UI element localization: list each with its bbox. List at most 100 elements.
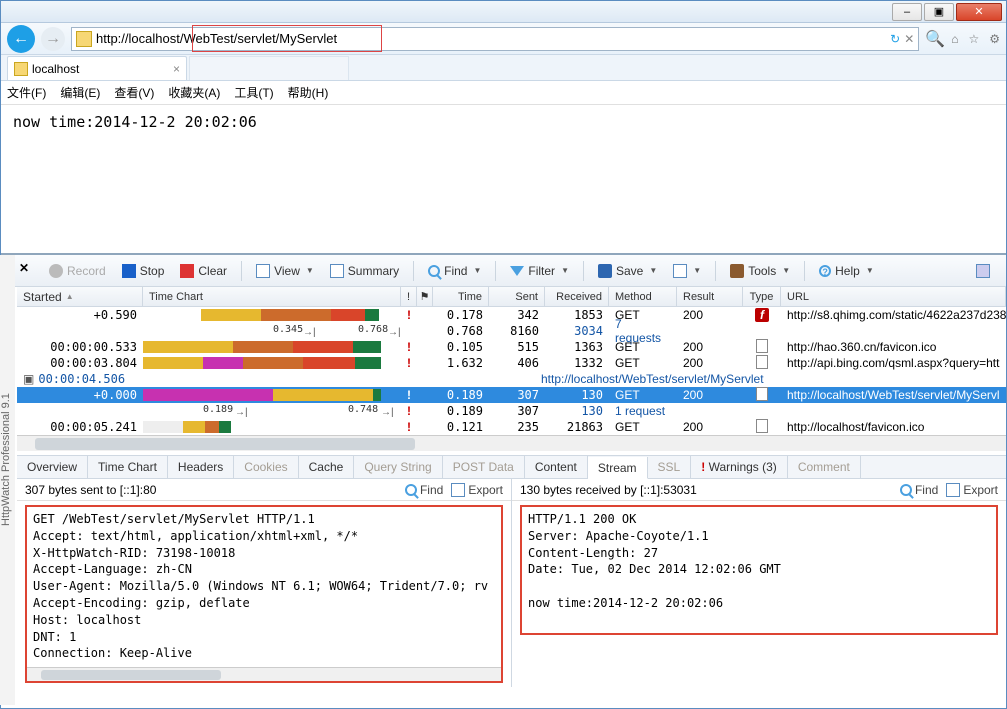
col-flag[interactable]: ⚑ [417, 287, 433, 306]
forward-button[interactable]: → [41, 27, 65, 51]
stop-label: Stop [140, 264, 165, 278]
detail-tab-cookies[interactable]: Cookies [234, 456, 298, 478]
col-warning[interactable]: ! [401, 287, 417, 306]
detail-tab-overview[interactable]: Overview [17, 456, 88, 478]
view-icon [256, 264, 270, 278]
menu-edit[interactable]: 编辑(E) [60, 84, 100, 101]
col-started[interactable]: Started▲ [17, 287, 143, 306]
tab-title: localhost [32, 62, 79, 76]
settings-icon[interactable]: ⚙ [989, 32, 1000, 46]
address-bar[interactable]: ↻ ✕ [71, 27, 919, 51]
home-icon[interactable]: ⌂ [951, 32, 958, 46]
tab-close-icon[interactable]: × [173, 62, 180, 76]
window-maximize-button[interactable]: ▣ [924, 3, 954, 21]
menu-file[interactable]: 文件(F) [7, 84, 46, 101]
panel-close-icon[interactable]: ✕ [19, 261, 29, 275]
detail-tab--warnings-3-[interactable]: ! Warnings (3) [691, 456, 788, 478]
detail-tab-content[interactable]: Content [525, 456, 588, 478]
document-icon [756, 355, 768, 369]
favorites-icon[interactable]: ☆ [968, 32, 979, 46]
filter-icon [510, 266, 524, 276]
help-label: Help [835, 264, 860, 278]
find-button-left[interactable]: Find [405, 483, 443, 497]
find-button-right[interactable]: Find [900, 483, 938, 497]
detail-tab-headers[interactable]: Headers [168, 456, 234, 478]
page-tab-localhost[interactable]: localhost × [7, 56, 187, 80]
menu-help[interactable]: 帮助(H) [288, 84, 329, 101]
record-icon [49, 264, 63, 278]
dropdown-icon: ▼ [306, 266, 314, 275]
detail-tab-cache[interactable]: Cache [299, 456, 355, 478]
table-row[interactable]: 0.189 0.748 →|→|!0.1893071301 request [17, 403, 1006, 419]
request-stream[interactable]: GET /WebTest/servlet/MyServlet HTTP/1.1 … [25, 505, 503, 683]
dropdown-icon: ▼ [782, 266, 790, 275]
stop-load-icon[interactable]: ✕ [904, 32, 914, 46]
menu-view[interactable]: 查看(V) [114, 84, 154, 101]
print-button[interactable] [970, 261, 996, 281]
detail-tabs: OverviewTime ChartHeadersCookiesCacheQue… [17, 455, 1006, 479]
col-url[interactable]: URL [781, 287, 1006, 306]
record-button[interactable]: Record [43, 261, 112, 281]
refresh-icon[interactable]: ↻ [890, 32, 900, 46]
window-close-button[interactable]: ✕ [956, 3, 1002, 21]
menu-favorites[interactable]: 收藏夹(A) [168, 84, 220, 101]
view-button[interactable]: View ▼ [250, 261, 320, 281]
new-tab-button[interactable] [189, 56, 349, 80]
table-row[interactable]: 0.345 0.768 →|→|0.768816030347 requests [17, 323, 1006, 339]
response-text: HTTP/1.1 200 OK Server: Apache-Coyote/1.… [528, 511, 990, 612]
summary-button[interactable]: Summary [324, 261, 405, 281]
col-sent[interactable]: Sent [489, 287, 545, 306]
col-time[interactable]: Time [433, 287, 489, 306]
view-label: View [274, 264, 300, 278]
export-icon-button[interactable]: ▼ [667, 261, 707, 281]
detail-tab-comment[interactable]: Comment [788, 456, 861, 478]
table-row[interactable]: 00:00:00.533!0.1055151363GET200http://ha… [17, 339, 1006, 355]
save-button[interactable]: Save▼ [592, 261, 663, 281]
toolbar-separator [583, 261, 584, 281]
table-row[interactable]: +0.000!0.189307130GET200http://localhost… [17, 387, 1006, 403]
detail-tab-stream[interactable]: Stream [588, 457, 648, 479]
url-input[interactable] [96, 31, 886, 46]
save-label: Save [616, 264, 643, 278]
table-row[interactable]: 00:00:03.804!1.6324061332GET200http://ap… [17, 355, 1006, 371]
window-minimize-button[interactable]: – [892, 3, 922, 21]
grid-header: Started▲ Time Chart ! ⚑ Time Sent Receiv… [17, 287, 1006, 307]
detail-tab-time-chart[interactable]: Time Chart [88, 456, 168, 478]
export-icon [451, 483, 465, 497]
search-icon[interactable]: 🔍 [925, 29, 945, 49]
detail-tab-query-string[interactable]: Query String [354, 456, 442, 478]
clear-button[interactable]: Clear [174, 261, 233, 281]
request-h-scrollbar[interactable] [27, 667, 501, 681]
filter-label: Filter [528, 264, 555, 278]
menu-tools[interactable]: 工具(T) [234, 84, 273, 101]
filter-button[interactable]: Filter▼ [504, 261, 575, 281]
table-row[interactable]: ▣00:00:04.506http://localhost/WebTest/se… [17, 371, 1006, 387]
summary-icon [330, 264, 344, 278]
toolbar-separator [495, 261, 496, 281]
table-row[interactable]: +0.590!0.1783421853GET200fhttp://s8.qhim… [17, 307, 1006, 323]
help-button[interactable]: ?Help▼ [813, 261, 880, 281]
export-icon [946, 483, 960, 497]
dropdown-icon: ▼ [693, 266, 701, 275]
export-button-right[interactable]: Export [946, 483, 998, 497]
find-label: Find [444, 264, 467, 278]
col-method[interactable]: Method [609, 287, 677, 306]
record-label: Record [67, 264, 106, 278]
tabs-row: localhost × [1, 55, 1006, 81]
back-button[interactable]: ← [7, 25, 35, 53]
response-stream[interactable]: HTTP/1.1 200 OK Server: Apache-Coyote/1.… [520, 505, 998, 635]
stop-button[interactable]: Stop [116, 261, 171, 281]
col-timechart[interactable]: Time Chart [143, 287, 401, 306]
tools-button[interactable]: Tools▼ [724, 261, 796, 281]
col-type[interactable]: Type [743, 287, 781, 306]
find-icon [405, 484, 417, 496]
export-button-left[interactable]: Export [451, 483, 503, 497]
detail-tab-ssl[interactable]: SSL [648, 456, 692, 478]
col-result[interactable]: Result [677, 287, 743, 306]
col-received[interactable]: Received [545, 287, 609, 306]
find-button[interactable]: Find▼ [422, 261, 487, 281]
detail-tab-post-data[interactable]: POST Data [443, 456, 525, 478]
received-bytes-label: 130 bytes received by [::1]:53031 [520, 483, 697, 497]
grid-h-scrollbar[interactable] [17, 435, 1006, 451]
table-row[interactable]: 00:00:05.241!0.12123521863GET200http://l… [17, 419, 1006, 435]
